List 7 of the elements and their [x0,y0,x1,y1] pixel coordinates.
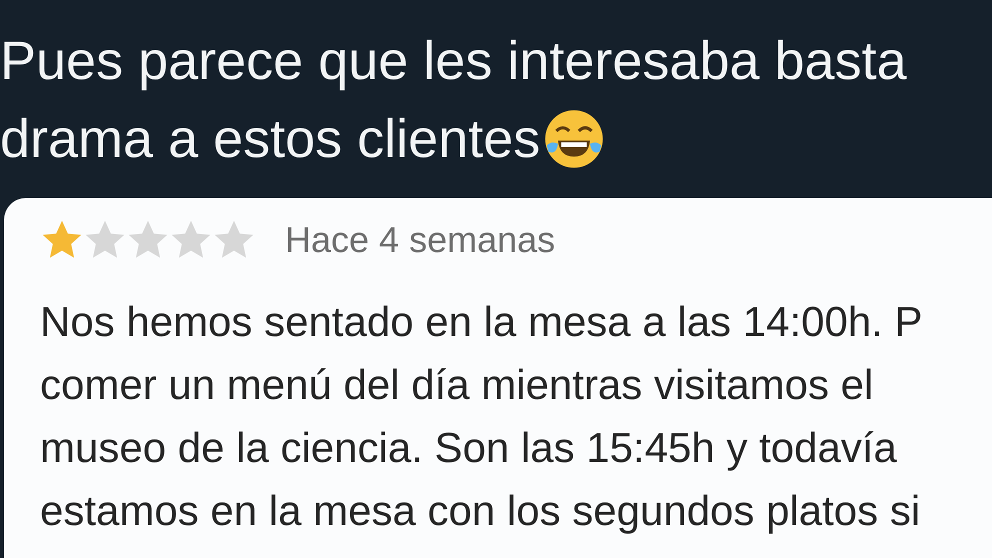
review-date: Hace 4 semanas [285,219,556,261]
review-text: museo de la ciencia. Son las 15:45h y todavía [40,423,898,473]
review-text: estamos en la mesa con los segundos platos si [40,486,922,536]
tweet-text: drama a estos clientes [0,108,540,170]
review-text: comer un menú del día mientras visitamos el [40,360,874,410]
review-text: Nos hemos sentado en la mesa a las 14:00h. P [40,297,924,347]
tweet-text: Pues parece que les interesaba basta [0,30,907,92]
